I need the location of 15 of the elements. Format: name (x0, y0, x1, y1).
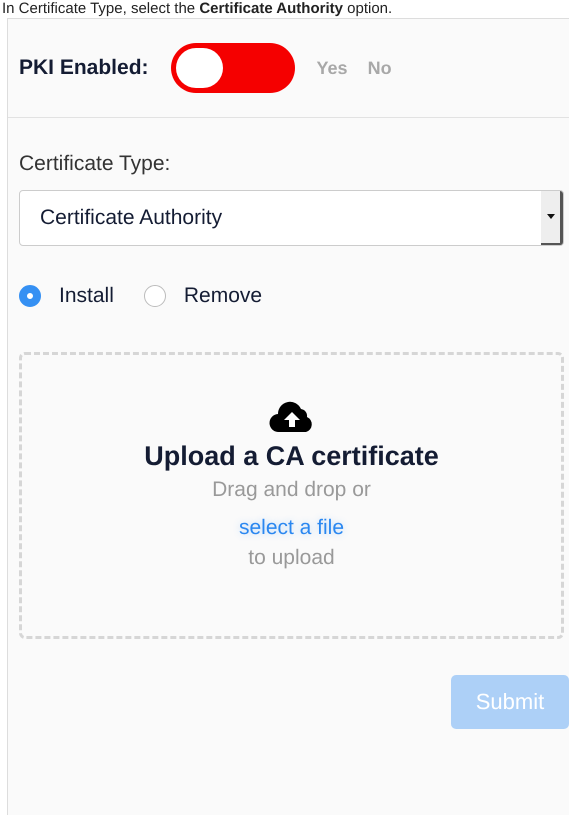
yes-label: Yes (316, 58, 348, 78)
caret-icon (546, 214, 554, 219)
certificate-type-dropdown[interactable]: Certificate Authority (19, 190, 564, 246)
pki-toggle[interactable] (170, 43, 295, 93)
no-label: No (368, 58, 392, 78)
instruction-text: In Certificate Type, select the Certificate Authority option. (1, 0, 394, 18)
action-radio[interactable]: Remove (144, 284, 262, 308)
drag-drop-text: Drag and drop or (212, 478, 371, 502)
pki-label: PKI Enabled: (19, 56, 149, 80)
to-upload-text: to upload (248, 546, 335, 570)
upload-dropzone[interactable]: Upload a CA certificate Drag and drop or select a file to upload (19, 352, 564, 639)
cloud-upload-icon (268, 399, 314, 433)
action-radio[interactable]: Install (19, 284, 114, 308)
upload-title: Upload a CA certificate (144, 441, 439, 472)
certificate-type-label: Certificate Type: (19, 152, 172, 176)
